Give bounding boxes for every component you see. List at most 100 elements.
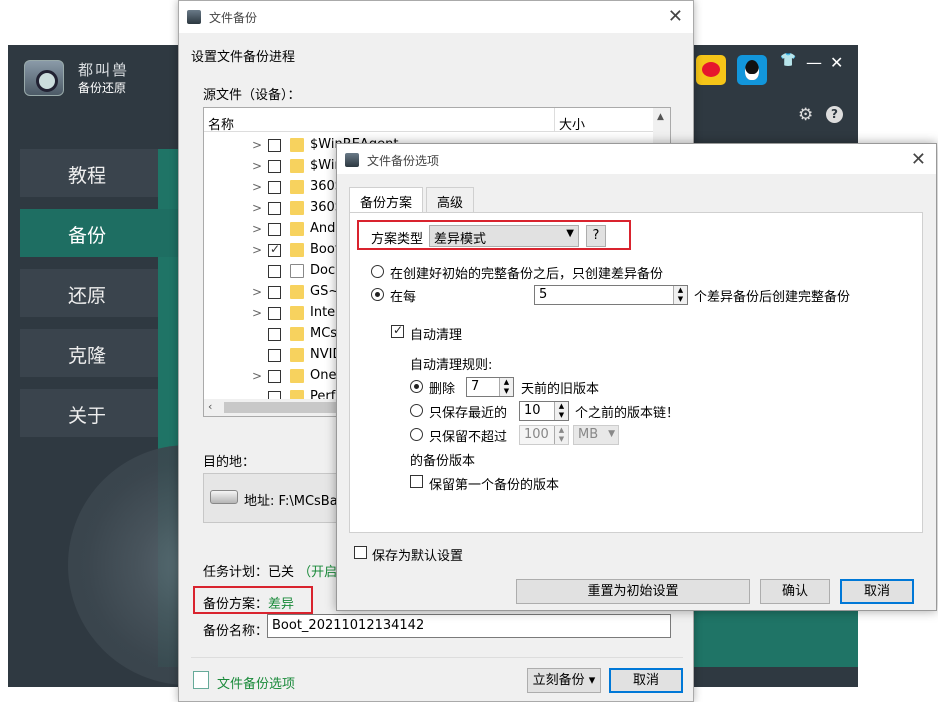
radio-diff-after-full[interactable] <box>371 265 384 278</box>
chevron-right-icon[interactable]: > <box>252 180 262 194</box>
tree-item-checkbox[interactable] <box>268 139 281 152</box>
chevron-right-icon[interactable]: > <box>252 159 262 173</box>
app-icon <box>187 10 201 24</box>
folder-icon <box>290 264 304 278</box>
cancel-button[interactable]: 取消 <box>840 579 914 604</box>
dialog-title: 文件备份 <box>209 11 258 25</box>
nav-clone[interactable]: 克隆 <box>20 329 158 377</box>
every-n-value: 5 <box>539 287 548 302</box>
source-label: 源文件（设备）： <box>203 88 301 103</box>
backup-options-link[interactable]: 文件备份选项 <box>217 673 295 692</box>
tree-item-checkbox[interactable] <box>268 181 281 194</box>
stepper-arrows-icon[interactable]: ▲ ▼ <box>499 378 513 396</box>
delete-days-stepper[interactable]: 7 ▲ ▼ <box>466 377 514 397</box>
skin-icon[interactable]: 👕 <box>780 53 796 68</box>
tree-item-checkbox[interactable] <box>268 265 281 278</box>
folder-icon <box>290 222 304 236</box>
schedule-row: 任务计划：已关 （开启 <box>203 561 337 580</box>
qq-icon[interactable] <box>737 55 767 85</box>
tree-item-checkbox[interactable] <box>268 307 281 320</box>
tree-item-checkbox[interactable] <box>268 328 281 341</box>
reset-button[interactable]: 重置为初始设置 <box>516 579 750 604</box>
chevron-right-icon[interactable]: > <box>252 369 262 383</box>
keep-latest-suffix: 个之前的版本链！ <box>575 406 680 421</box>
scheme-value-link[interactable]: 差异 <box>268 597 294 612</box>
tree-item-checkbox[interactable] <box>268 223 281 236</box>
nav-restore[interactable]: 还原 <box>20 269 158 317</box>
scheme-help-button[interactable]: ? <box>586 225 606 247</box>
gear-icon[interactable]: ⚙ <box>798 105 813 125</box>
close-icon[interactable]: ✕ <box>911 149 926 170</box>
close-button[interactable]: ✕ <box>830 53 843 72</box>
options-icon[interactable] <box>193 671 209 689</box>
backup-now-button[interactable]: 立刻备份 ▾ <box>527 668 601 693</box>
scheme-type-select[interactable]: 差异模式 ▼ <box>429 225 579 247</box>
backup-name-label: 备份名称： <box>203 624 269 639</box>
every-n-stepper[interactable]: 5 ▲ ▼ <box>534 285 688 305</box>
ok-button[interactable]: 确认 <box>760 579 830 604</box>
column-size[interactable]: 大小 <box>554 108 585 133</box>
folder-icon <box>290 201 304 215</box>
tree-item-checkbox[interactable] <box>268 242 281 257</box>
folder-icon <box>290 369 304 383</box>
help-icon[interactable]: ? <box>826 106 843 123</box>
tree-item-checkbox[interactable] <box>268 349 281 362</box>
keep-latest-stepper[interactable]: 10 ▲ ▼ <box>519 401 569 421</box>
radio-keep-max[interactable] <box>410 428 423 441</box>
schedule-enable-link[interactable]: （开启 <box>298 565 337 580</box>
save-default-checkbox[interactable] <box>354 546 367 559</box>
options-title-bar: 文件备份选项 ✕ <box>337 144 936 174</box>
tree-item-checkbox[interactable] <box>268 160 281 173</box>
chevron-right-icon[interactable]: > <box>252 138 262 152</box>
scroll-up-icon[interactable]: ▲ <box>657 112 664 122</box>
section-title: 设置文件备份进程 <box>191 50 296 65</box>
radio-delete-days[interactable] <box>410 380 423 393</box>
unit-value: MB <box>578 427 599 442</box>
chevron-down-icon: ▼ <box>608 429 615 439</box>
stepper-arrows-icon[interactable]: ▲ ▼ <box>554 426 568 444</box>
folder-icon <box>290 180 304 194</box>
delete-label: 删除 <box>429 382 456 397</box>
nav-tutorial[interactable]: 教程 <box>20 149 158 197</box>
chevron-right-icon[interactable]: > <box>252 306 262 320</box>
chevron-right-icon[interactable]: > <box>252 201 262 215</box>
scheme-row-highlight: 备份方案：差异 <box>193 586 313 614</box>
nav-about[interactable]: 关于 <box>20 389 158 437</box>
scheme-label: 备份方案： <box>203 597 269 612</box>
tree-item-name: Intel <box>310 305 339 320</box>
radio-diff-after-full-label: 在创建好初始的完整备份之后，只创建差异备份 <box>390 267 664 282</box>
tree-header: 名称 大小 <box>204 108 655 133</box>
keep-latest-label: 只保存最近的 <box>429 406 508 421</box>
column-name[interactable]: 名称 <box>208 114 234 133</box>
stepper-arrows-icon[interactable]: ▲ ▼ <box>554 402 568 420</box>
folder-icon <box>290 243 304 257</box>
tree-item-checkbox[interactable] <box>268 370 281 383</box>
tab-advanced[interactable]: 高级 <box>426 187 475 212</box>
close-icon[interactable]: ✕ <box>668 6 683 27</box>
stepper-arrows-icon[interactable]: ▲ ▼ <box>673 286 687 304</box>
radio-keep-latest[interactable] <box>410 404 423 417</box>
title-bar: 文件备份 ✕ <box>179 1 693 33</box>
backup-name-input[interactable]: Boot_20211012134142 <box>267 614 671 638</box>
folder-icon <box>290 327 304 341</box>
weibo-icon[interactable] <box>696 55 726 85</box>
scroll-left-icon[interactable]: ‹ <box>208 400 212 413</box>
cancel-button[interactable]: 取消 <box>609 668 683 693</box>
minimize-button[interactable]: — <box>806 53 822 72</box>
chevron-right-icon[interactable]: > <box>252 243 262 257</box>
chevron-right-icon[interactable]: > <box>252 285 262 299</box>
tab-backup-scheme[interactable]: 备份方案 <box>349 187 424 213</box>
auto-clean-checkbox[interactable] <box>391 323 404 338</box>
destination-address: 地址: F:\MCsBac <box>244 494 345 509</box>
scheme-type-highlight: 方案类型 差异模式 ▼ ? <box>357 220 631 250</box>
tree-item-checkbox[interactable] <box>268 286 281 299</box>
scroll-thumb[interactable] <box>224 402 344 413</box>
keep-max-unit-select[interactable]: MB ▼ <box>573 425 619 445</box>
backup-options-dialog: 文件备份选项 ✕ 备份方案 高级 方案类型 差异模式 ▼ ? 在创建好初始的完整… <box>336 143 937 611</box>
chevron-right-icon[interactable]: > <box>252 222 262 236</box>
tree-item-checkbox[interactable] <box>268 202 281 215</box>
keep-max-stepper[interactable]: 100 ▲ ▼ <box>519 425 569 445</box>
radio-every-n[interactable] <box>371 288 384 301</box>
chevron-down-icon: ▼ <box>566 228 574 239</box>
keep-first-checkbox[interactable] <box>410 475 423 488</box>
